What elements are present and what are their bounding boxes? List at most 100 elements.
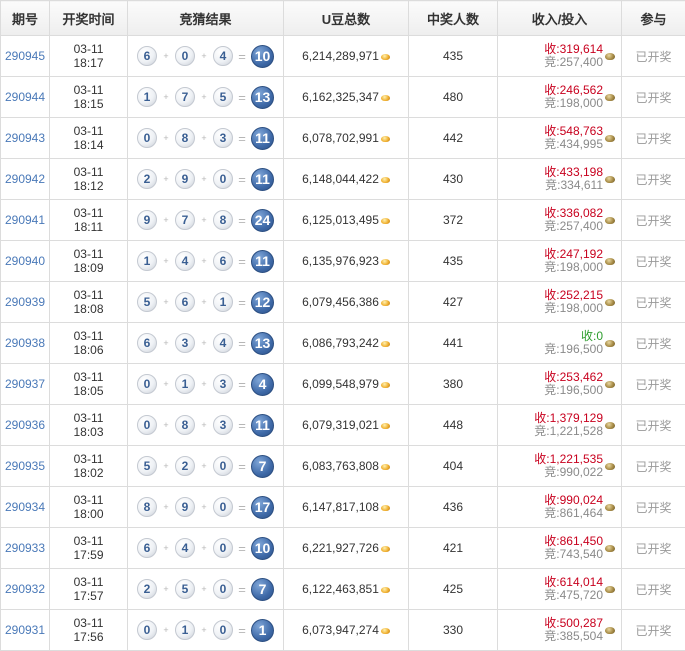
equals-icon: = bbox=[233, 295, 251, 310]
winners-cell: 435 bbox=[409, 241, 498, 282]
pool-value: 6,086,793,242 bbox=[302, 336, 379, 350]
issue-cell: 290942 bbox=[1, 159, 50, 200]
bet-prefix: 竞: bbox=[544, 137, 559, 151]
issue-cell: 290936 bbox=[1, 405, 50, 446]
issue-link[interactable]: 290936 bbox=[5, 418, 45, 432]
status-cell: 已开奖 bbox=[622, 364, 685, 405]
sum-ball: 12 bbox=[251, 291, 274, 314]
number-ball: 2 bbox=[137, 169, 157, 189]
result-cell: 0+1+0=1 bbox=[128, 610, 284, 651]
result-cell: 2+5+0=7 bbox=[128, 569, 284, 610]
header-pool: U豆总数 bbox=[284, 1, 409, 36]
issue-link[interactable]: 290931 bbox=[5, 623, 45, 637]
results-table: 期号 开奖时间 竞猜结果 U豆总数 中奖人数 收入/投入 参与 29094503… bbox=[0, 0, 685, 651]
plus-icon: + bbox=[195, 256, 213, 266]
draw-time-cell: 03-1117:56 bbox=[50, 610, 128, 651]
bet-prefix: 竞: bbox=[544, 260, 559, 274]
income-value: 433,198 bbox=[560, 165, 603, 179]
number-ball: 0 bbox=[137, 415, 157, 435]
draw-clock: 18:02 bbox=[50, 466, 127, 480]
result-cell: 0+8+3=11 bbox=[128, 405, 284, 446]
plus-icon: + bbox=[157, 502, 175, 512]
status-label: 已开奖 bbox=[635, 624, 671, 638]
draw-date: 03-11 bbox=[50, 329, 127, 343]
issue-link[interactable]: 290943 bbox=[5, 131, 45, 145]
plus-icon: + bbox=[157, 338, 175, 348]
number-ball: 6 bbox=[213, 251, 233, 271]
status-label: 已开奖 bbox=[635, 173, 671, 187]
income-value: 252,215 bbox=[560, 288, 603, 302]
status-label: 已开奖 bbox=[635, 50, 671, 64]
issue-cell: 290935 bbox=[1, 446, 50, 487]
winners-value: 372 bbox=[443, 213, 463, 227]
sum-ball: 11 bbox=[251, 414, 274, 437]
issue-link[interactable]: 290939 bbox=[5, 295, 45, 309]
bet-prefix: 竞: bbox=[544, 465, 559, 479]
bet-value: 257,400 bbox=[560, 219, 603, 233]
draw-date: 03-11 bbox=[50, 452, 127, 466]
pool-cell: 6,086,793,242 bbox=[284, 323, 409, 364]
number-ball: 5 bbox=[137, 292, 157, 312]
issue-link[interactable]: 290933 bbox=[5, 541, 45, 555]
number-ball: 0 bbox=[137, 374, 157, 394]
issue-cell: 290940 bbox=[1, 241, 50, 282]
bean-icon bbox=[381, 505, 390, 511]
issue-link[interactable]: 290940 bbox=[5, 254, 45, 268]
bet-value: 475,720 bbox=[560, 588, 603, 602]
number-ball: 9 bbox=[175, 497, 195, 517]
plus-icon: + bbox=[195, 297, 213, 307]
issue-link[interactable]: 290934 bbox=[5, 500, 45, 514]
status-label: 已开奖 bbox=[635, 255, 671, 269]
income-prefix: 收: bbox=[534, 452, 549, 466]
income-prefix: 收: bbox=[544, 247, 559, 261]
bean-pot-icon bbox=[605, 381, 615, 388]
result-cell: 6+3+4=13 bbox=[128, 323, 284, 364]
draw-date: 03-11 bbox=[50, 575, 127, 589]
issue-link[interactable]: 290942 bbox=[5, 172, 45, 186]
draw-clock: 18:05 bbox=[50, 384, 127, 398]
bean-icon bbox=[381, 423, 390, 429]
issue-link[interactable]: 290944 bbox=[5, 90, 45, 104]
bean-pot-icon bbox=[605, 340, 615, 347]
bet-value: 861,464 bbox=[560, 506, 603, 520]
issue-link[interactable]: 290932 bbox=[5, 582, 45, 596]
bet-prefix: 竞: bbox=[544, 547, 559, 561]
status-cell: 已开奖 bbox=[622, 323, 685, 364]
number-ball: 4 bbox=[175, 538, 195, 558]
bet-value: 198,000 bbox=[560, 96, 603, 110]
draw-clock: 18:14 bbox=[50, 138, 127, 152]
issue-link[interactable]: 290938 bbox=[5, 336, 45, 350]
status-cell: 已开奖 bbox=[622, 405, 685, 446]
bean-icon bbox=[381, 95, 390, 101]
income-cell: 收:433,198竞:334,611 bbox=[498, 159, 622, 200]
table-row: 29093803-1118:066+3+4=136,086,793,242441… bbox=[1, 323, 685, 364]
income-prefix: 收: bbox=[544, 288, 559, 302]
winners-value: 448 bbox=[443, 418, 463, 432]
result-cell: 5+2+0=7 bbox=[128, 446, 284, 487]
number-ball: 1 bbox=[175, 620, 195, 640]
plus-icon: + bbox=[157, 379, 175, 389]
pool-value: 6,122,463,851 bbox=[302, 582, 379, 596]
draw-time-cell: 03-1118:08 bbox=[50, 282, 128, 323]
issue-link[interactable]: 290935 bbox=[5, 459, 45, 473]
pool-value: 6,162,325,347 bbox=[302, 90, 379, 104]
equals-icon: = bbox=[233, 336, 251, 351]
income-prefix: 收: bbox=[544, 165, 559, 179]
status-label: 已开奖 bbox=[635, 542, 671, 556]
draw-time-cell: 03-1118:09 bbox=[50, 241, 128, 282]
equals-icon: = bbox=[233, 418, 251, 433]
number-ball: 0 bbox=[137, 620, 157, 640]
winners-value: 442 bbox=[443, 131, 463, 145]
issue-link[interactable]: 290941 bbox=[5, 213, 45, 227]
pool-value: 6,135,976,923 bbox=[302, 254, 379, 268]
number-ball: 4 bbox=[175, 251, 195, 271]
plus-icon: + bbox=[195, 502, 213, 512]
issue-link[interactable]: 290945 bbox=[5, 49, 45, 63]
winners-cell: 435 bbox=[409, 36, 498, 77]
income-cell: 收:246,562竞:198,000 bbox=[498, 77, 622, 118]
pool-cell: 6,147,817,108 bbox=[284, 487, 409, 528]
number-ball: 5 bbox=[137, 456, 157, 476]
result-cell: 8+9+0=17 bbox=[128, 487, 284, 528]
plus-icon: + bbox=[157, 625, 175, 635]
issue-link[interactable]: 290937 bbox=[5, 377, 45, 391]
